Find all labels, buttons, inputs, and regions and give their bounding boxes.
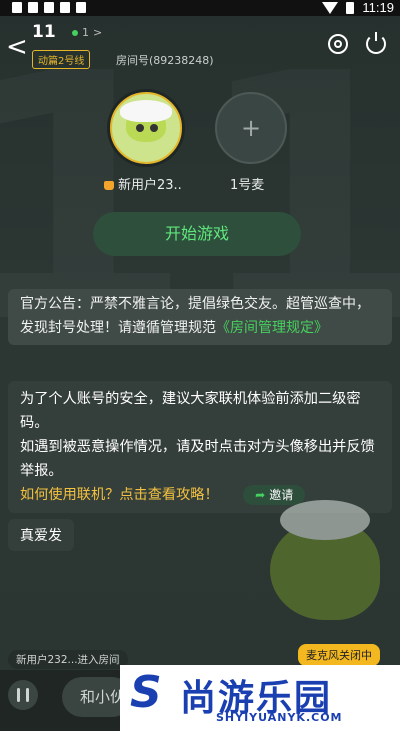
avatar-eye <box>150 124 158 132</box>
guide-link[interactable]: 如何使用联机？点击查看攻略！ <box>20 487 219 503</box>
status-bar: 11:19 <box>0 0 400 16</box>
back-button[interactable]: < <box>6 34 28 60</box>
online-dot-icon <box>72 29 78 36</box>
warning-icon <box>60 2 70 13</box>
wifi-icon <box>322 1 339 14</box>
home-owner-icon <box>104 181 114 190</box>
tip-line-1: 为了个人账号的安全，建议大家联机体验前添加二级密码。 <box>20 391 361 431</box>
chevron-right-icon: > <box>93 26 103 39</box>
watermark-logo: S <box>130 667 162 718</box>
avatar-eye <box>136 124 144 132</box>
plus-icon: + <box>240 114 262 142</box>
seat-host-avatar[interactable] <box>110 92 182 164</box>
entry-notice: 新用户232...进入房间 <box>8 650 128 669</box>
avatar-wool <box>120 100 172 122</box>
notification-icon <box>12 2 22 13</box>
warning-icon <box>44 2 54 13</box>
announcement: 官方公告：严禁不雅言论，提倡绿色交友。超管巡查中，发现封号处理！请遵循管理规范《… <box>8 289 392 345</box>
online-count[interactable]: 1 > <box>72 26 102 39</box>
mic-toggle-icon[interactable] <box>8 680 38 710</box>
watermark-subtitle: SHYIYUANYK.COM <box>216 711 343 724</box>
mic-status-badge[interactable]: 麦克风关闭中 <box>298 644 380 666</box>
room-number: 11 <box>32 22 56 42</box>
settings-icon[interactable] <box>328 34 348 54</box>
power-icon[interactable] <box>366 32 386 54</box>
line-tag: 动篇2号线 <box>32 50 91 69</box>
app-icon <box>76 2 86 13</box>
battery-icon <box>346 1 355 14</box>
seat-empty[interactable]: + <box>215 92 287 164</box>
notification-icon <box>28 2 38 13</box>
chat-message: 真爱发 <box>8 519 74 551</box>
start-game-button[interactable]: 开始游戏 <box>93 212 301 256</box>
seat-empty-label: 1号麦 <box>230 178 265 193</box>
status-time: 11:19 <box>362 0 394 15</box>
watermark: S 尚游乐园 SHYIYUANYK.COM <box>120 665 400 731</box>
mascot-illustration <box>240 480 400 640</box>
seat-host-label: 新用户23.. <box>104 174 182 193</box>
tip-line-2: 如遇到被恶意操作情况，请及时点击对方头像移出并反馈举报。 <box>20 439 375 479</box>
room-id: 房间号(89238248) <box>116 54 214 67</box>
room-rules-link[interactable]: 《房间管理规定》 <box>216 320 328 336</box>
online-count-value: 1 <box>82 26 89 39</box>
